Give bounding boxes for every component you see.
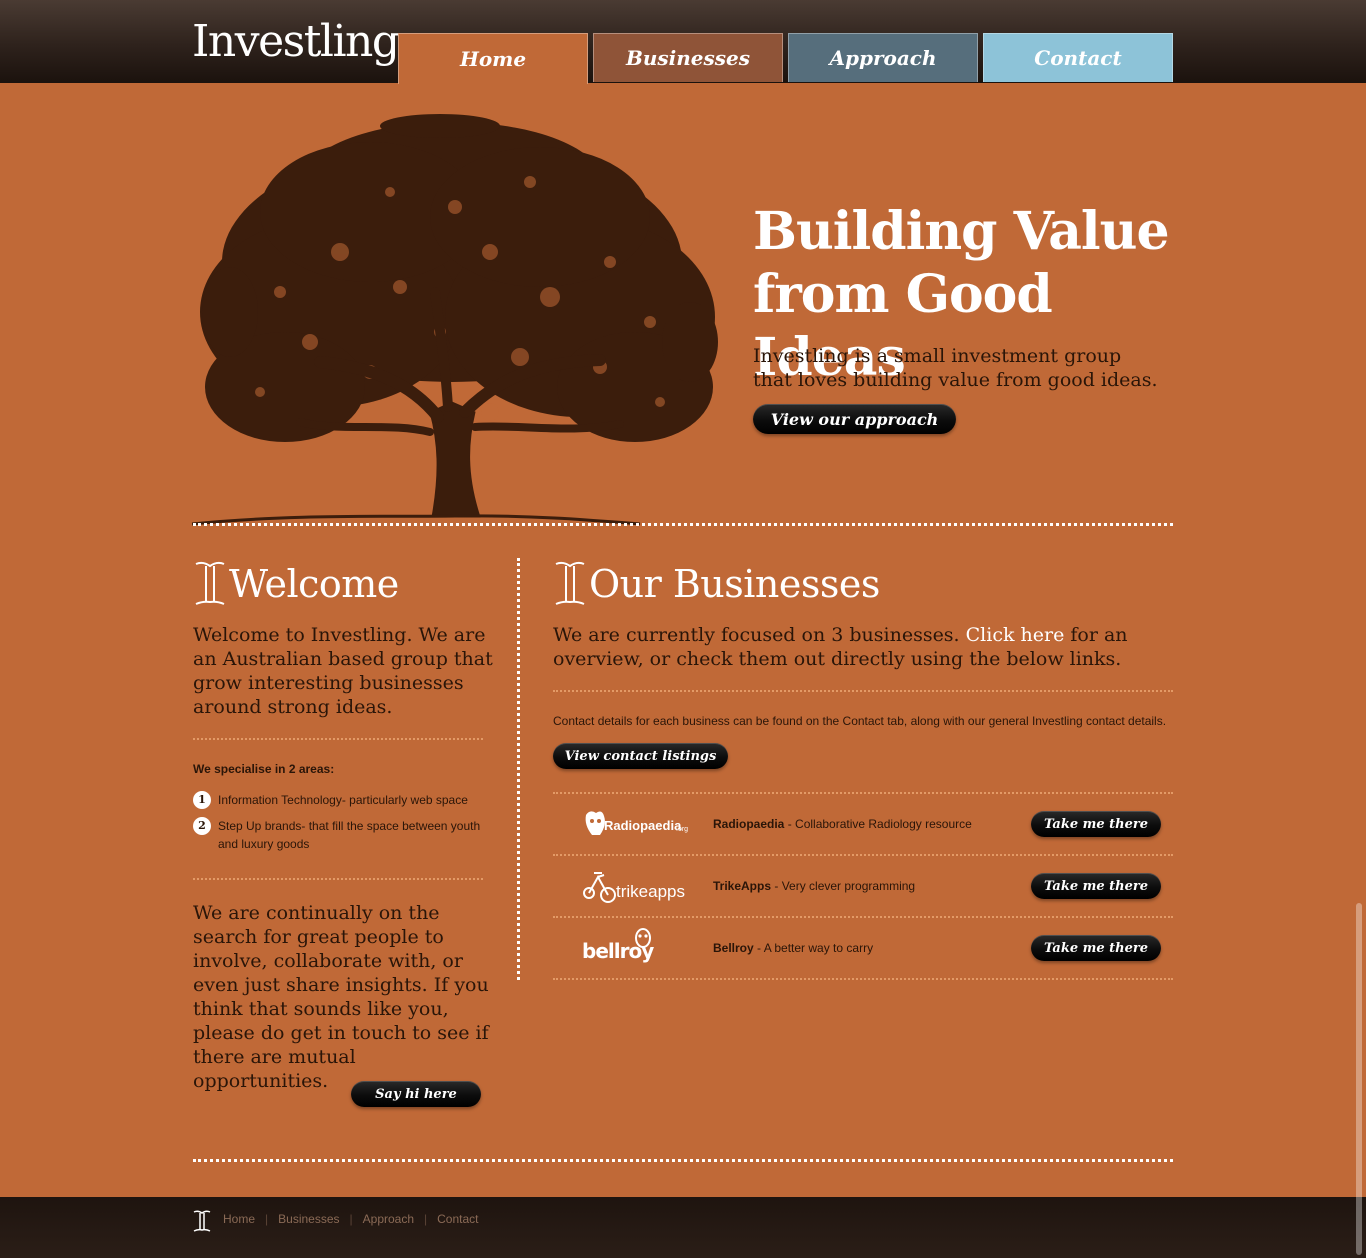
welcome-heading: Welcome	[193, 560, 399, 608]
divider	[553, 690, 1173, 692]
welcome-text: Welcome to Investling. We are an Austral…	[193, 624, 493, 718]
intro-text: We are currently focused on 3 businesses…	[553, 624, 966, 646]
radiopaedia-logo-text: Radiopaedia	[604, 818, 682, 833]
divider	[553, 854, 1173, 856]
tree-illustration	[191, 114, 718, 526]
footer-separator: |	[424, 1212, 428, 1226]
area-item: 2 Step Up brands- that fill the space be…	[193, 817, 488, 853]
divider	[553, 792, 1173, 794]
site-logo[interactable]: Investling	[192, 14, 400, 70]
business-tagline: - Very clever programming	[771, 879, 916, 893]
businesses-intro: We are currently focused on 3 businesses…	[553, 623, 1173, 671]
section-divider-bottom	[193, 1159, 1173, 1162]
divider	[193, 738, 483, 740]
take-me-there-button[interactable]: Take me there	[1031, 873, 1161, 899]
divider	[553, 978, 1173, 980]
section-divider-top	[193, 523, 1173, 526]
contact-note: Contact details for each business can be…	[553, 714, 1167, 728]
overview-link[interactable]: Click here	[966, 624, 1065, 646]
site-header: Investling Home Businesses Approach Cont…	[0, 0, 1366, 84]
trikeapps-logo-text: trikeapps	[616, 882, 685, 901]
specialise-heading: We specialise in 2 areas:	[193, 762, 335, 776]
businesses-heading-text: Our Businesses	[589, 562, 880, 606]
view-contact-listings-button[interactable]: View contact listings	[553, 743, 728, 769]
number-badge: 1	[193, 791, 211, 809]
business-tagline: - A better way to carry	[753, 941, 874, 955]
view-approach-button[interactable]: View our approach	[753, 404, 956, 434]
tab-businesses[interactable]: Businesses	[593, 33, 783, 82]
radiopaedia-logo[interactable]: Radiopaedia .org	[582, 803, 697, 845]
radiopaedia-logo-suffix: .org	[676, 826, 688, 833]
take-me-there-button[interactable]: Take me there	[1031, 935, 1161, 961]
divider	[193, 878, 483, 880]
footer-nav: Home | Businesses | Approach | Contact	[223, 1212, 479, 1226]
page-scrollbar[interactable]	[1356, 903, 1362, 1255]
business-description: TrikeApps - Very clever programming	[713, 879, 915, 893]
area-item: 1 Information Technology- particularly w…	[193, 791, 488, 809]
number-badge: 2	[193, 817, 211, 835]
area-label: Step Up brands- that fill the space betw…	[218, 819, 481, 851]
tab-approach[interactable]: Approach	[788, 33, 978, 82]
area-label: Information Technology- particularly web…	[218, 793, 468, 807]
column-divider	[517, 558, 520, 980]
tab-home[interactable]: Home	[398, 33, 588, 84]
tab-contact[interactable]: Contact	[983, 33, 1173, 82]
footer-link-businesses[interactable]: Businesses	[278, 1212, 339, 1226]
bellroy-logo[interactable]: bellroy	[582, 926, 697, 968]
footer-link-contact[interactable]: Contact	[437, 1212, 478, 1226]
footer-link-home[interactable]: Home	[223, 1212, 255, 1226]
business-description: Radiopaedia - Collaborative Radiology re…	[713, 817, 972, 831]
column-icon	[555, 561, 585, 605]
business-name: TrikeApps	[713, 879, 772, 893]
businesses-heading: Our Businesses	[553, 560, 880, 608]
footer-separator: |	[349, 1212, 353, 1226]
business-name: Bellroy	[713, 941, 754, 955]
hero-title-line1: Building Value	[753, 201, 1170, 262]
footer-logo-icon	[193, 1210, 211, 1232]
take-me-there-button[interactable]: Take me there	[1031, 811, 1161, 837]
business-name: Radiopaedia	[713, 817, 785, 831]
business-description: Bellroy - A better way to carry	[713, 941, 873, 955]
footer-link-approach[interactable]: Approach	[363, 1212, 414, 1226]
welcome-heading-text: Welcome	[229, 562, 399, 606]
trikeapps-logo[interactable]: trikeapps	[582, 865, 697, 907]
footer-separator: |	[265, 1212, 269, 1226]
bellroy-logo-text: bellroy	[582, 939, 654, 963]
search-text: We are continually on the search for gre…	[193, 902, 489, 1092]
business-tagline: - Collaborative Radiology resource	[784, 817, 972, 831]
hero-text: Investling is a small investment group t…	[753, 345, 1158, 391]
divider	[553, 916, 1173, 918]
column-icon	[195, 561, 225, 605]
say-hi-button[interactable]: Say hi here	[351, 1081, 481, 1107]
